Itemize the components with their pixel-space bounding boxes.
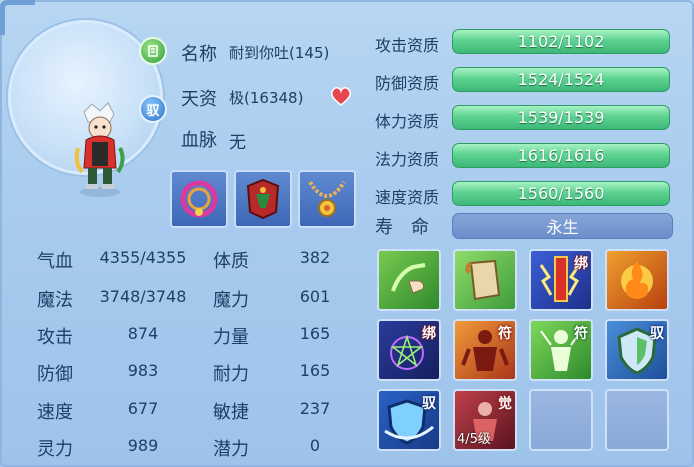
stat-label: 魔力 xyxy=(213,290,249,311)
aptitude-bar: 1560/1560 xyxy=(452,181,670,206)
equipment-slot-collar[interactable] xyxy=(170,170,228,228)
equipment-slot-armor[interactable] xyxy=(234,170,292,228)
stat-label: 潜力 xyxy=(213,439,249,460)
stat-value: 601 xyxy=(299,287,331,306)
stat-label: 力量 xyxy=(213,327,249,348)
skill-slot-hand[interactable] xyxy=(377,249,441,311)
stat-value: 677 xyxy=(127,399,159,418)
talent-label: 天资 xyxy=(181,89,217,110)
lifespan-label: 寿命 xyxy=(375,217,447,238)
stat-value: 874 xyxy=(127,324,159,343)
stat-value: 3748/3748 xyxy=(99,287,187,306)
ride-badge[interactable]: 驭 xyxy=(139,95,167,123)
bloodline-label: 血脉 xyxy=(181,130,217,151)
aptitude-label: 防御资质 xyxy=(375,74,440,93)
armor-icon xyxy=(246,178,280,220)
aptitude-label: 法力资质 xyxy=(375,150,440,169)
pet-avatar-icon xyxy=(74,102,125,197)
skill-tag: 绑 xyxy=(574,256,588,272)
stat-value: 4355/4355 xyxy=(99,248,187,267)
skill-slot-green-figure[interactable]: 符 xyxy=(529,319,593,381)
name-value: 耐到你吐(145) xyxy=(229,44,330,62)
stat-label: 魔法 xyxy=(37,290,73,311)
stat-label: 灵力 xyxy=(37,439,73,460)
equipment-slot-necklace[interactable] xyxy=(298,170,356,228)
skill-tag: 驭 xyxy=(650,326,664,342)
skill-tag: 驭 xyxy=(422,396,436,412)
skill-slot-empty[interactable] xyxy=(529,389,593,451)
aptitude-label: 攻击资质 xyxy=(375,36,440,55)
skill-slot-awaken[interactable]: 觉 4/5级 xyxy=(453,389,517,451)
hand-gesture-icon xyxy=(391,263,426,294)
stat-label: 速度 xyxy=(37,402,73,423)
stat-label: 耐力 xyxy=(213,364,249,385)
skill-slot-shield[interactable]: 驭 xyxy=(605,319,669,381)
aptitude-bar: 1102/1102 xyxy=(452,29,670,54)
aptitude-bar: 1524/1524 xyxy=(452,67,670,92)
skill-slot-blue-shield[interactable]: 驭 xyxy=(377,389,441,451)
skill-slot-binding[interactable]: 绑 xyxy=(529,249,593,311)
scroll-icon xyxy=(465,259,501,301)
aptitude-label: 体力资质 xyxy=(375,112,440,131)
stat-value: 237 xyxy=(299,399,331,418)
stat-value: 165 xyxy=(299,361,331,380)
skill-slot-empty[interactable] xyxy=(605,389,669,451)
necklace-icon xyxy=(308,180,346,217)
skill-slot-curse[interactable]: 绑 xyxy=(377,319,441,381)
stat-label: 防御 xyxy=(37,364,73,385)
skill-tag: 绑 xyxy=(422,326,436,342)
skill-tag: 符 xyxy=(574,326,588,342)
stat-value: 165 xyxy=(299,324,331,343)
skill-slot-fire-figure[interactable]: 符 xyxy=(453,319,517,381)
stat-label: 敏捷 xyxy=(213,402,249,423)
stat-label: 气血 xyxy=(37,251,73,272)
heart-icon[interactable] xyxy=(330,86,352,106)
skill-tag: 符 xyxy=(498,326,512,342)
stat-label: 体质 xyxy=(213,251,249,272)
aptitude-label: 速度资质 xyxy=(375,188,440,207)
stat-value: 0 xyxy=(309,436,321,455)
name-label: 名称 xyxy=(181,44,217,65)
skill-slot-scroll[interactable] xyxy=(453,249,517,311)
growth-badge-icon[interactable] xyxy=(139,37,167,65)
aptitude-bar: 1539/1539 xyxy=(452,105,670,130)
stat-value: 983 xyxy=(127,361,159,380)
skill-level: 4/5级 xyxy=(457,432,491,447)
skill-slot-fire[interactable] xyxy=(605,249,669,311)
corner-decoration xyxy=(0,0,35,35)
lifespan-value: 永生 xyxy=(452,213,673,239)
fire-burst-icon xyxy=(621,261,653,299)
stat-value: 382 xyxy=(299,248,331,267)
skill-tag: 觉 xyxy=(498,396,512,412)
aptitude-bar: 1616/1616 xyxy=(452,143,670,168)
stat-value: 989 xyxy=(127,436,159,455)
stat-label: 攻击 xyxy=(37,327,73,348)
talent-value: 极(16348) xyxy=(229,89,304,107)
bloodline-value: 无 xyxy=(229,133,246,153)
collar-icon xyxy=(180,180,218,218)
